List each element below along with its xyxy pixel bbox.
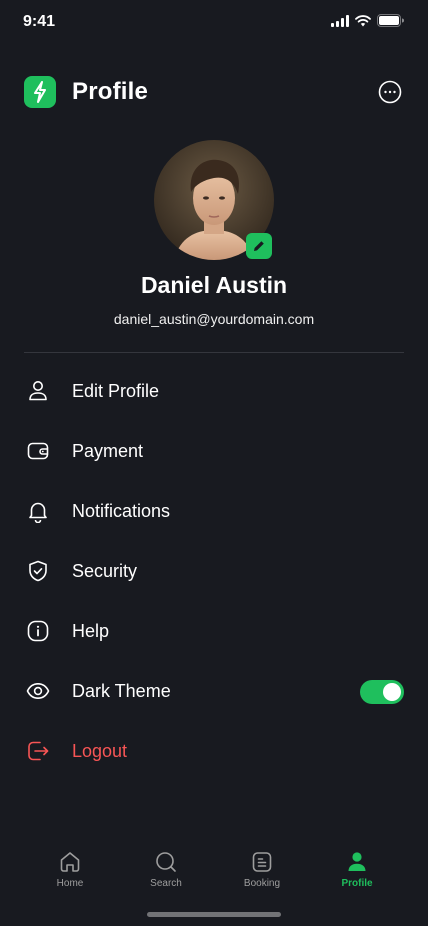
profile-menu: Edit Profile Payment Notifications Secur…: [24, 361, 404, 781]
status-icons: [331, 14, 404, 27]
menu-label-notifications: Notifications: [72, 500, 171, 521]
menu-item-help[interactable]: Help: [24, 601, 404, 661]
menu-label-payment: Payment: [72, 440, 144, 461]
edit-avatar-button[interactable]: [246, 233, 272, 259]
nav-item-search[interactable]: Search: [126, 850, 206, 889]
menu-label-help: Help: [72, 620, 110, 641]
menu-item-notifications[interactable]: Notifications: [24, 481, 404, 541]
status-bar: 9:41: [0, 0, 428, 44]
eye-icon: [24, 677, 52, 705]
wifi-icon: [355, 14, 371, 26]
avatar-container: [154, 140, 274, 260]
info-icon: [24, 617, 52, 645]
wallet-icon: [24, 437, 52, 465]
home-indicator: [147, 912, 281, 917]
nav-label-profile: Profile: [341, 878, 373, 889]
menu-item-edit-profile[interactable]: Edit Profile: [24, 361, 404, 421]
app-logo: [24, 76, 56, 108]
more-options-button[interactable]: [378, 80, 402, 104]
menu-item-logout[interactable]: Logout: [24, 721, 404, 781]
menu-label-security: Security: [72, 560, 138, 581]
bell-icon: [24, 497, 52, 525]
menu-label-edit-profile: Edit Profile: [72, 380, 160, 401]
nav-item-home[interactable]: Home: [30, 850, 110, 889]
battery-icon: [377, 14, 404, 27]
user-name: Daniel Austin: [140, 272, 288, 298]
nav-label-search: Search: [150, 878, 182, 889]
pencil-icon: [254, 241, 264, 251]
dark-theme-toggle[interactable]: [360, 680, 404, 704]
toggle-knob: [383, 683, 401, 701]
nav-label-booking: Booking: [243, 878, 281, 889]
document-icon: [252, 852, 272, 872]
more-horizontal-icon: [378, 80, 402, 104]
signal-icon: [331, 14, 349, 27]
menu-label-logout: Logout: [72, 740, 128, 761]
shield-icon: [24, 557, 52, 585]
user-email: daniel_austin@yourdomain.com: [113, 311, 315, 327]
status-time: 9:41: [23, 13, 56, 30]
menu-label-dark-theme: Dark Theme: [72, 680, 171, 701]
user-icon: [24, 377, 52, 405]
divider: [24, 352, 404, 353]
search-icon: [156, 852, 176, 872]
menu-item-dark-theme[interactable]: Dark Theme: [24, 661, 404, 721]
menu-item-payment[interactable]: Payment: [24, 421, 404, 481]
home-icon: [60, 852, 80, 872]
logout-icon: [24, 737, 52, 765]
lightning-logo-icon: [34, 81, 46, 103]
nav-label-home: Home: [56, 878, 84, 889]
header: Profile: [24, 76, 404, 108]
person-icon: [348, 852, 366, 871]
nav-item-profile[interactable]: Profile: [317, 850, 397, 889]
nav-item-booking[interactable]: Booking: [222, 850, 302, 889]
menu-item-security[interactable]: Security: [24, 541, 404, 601]
page-title: Profile: [72, 78, 149, 105]
